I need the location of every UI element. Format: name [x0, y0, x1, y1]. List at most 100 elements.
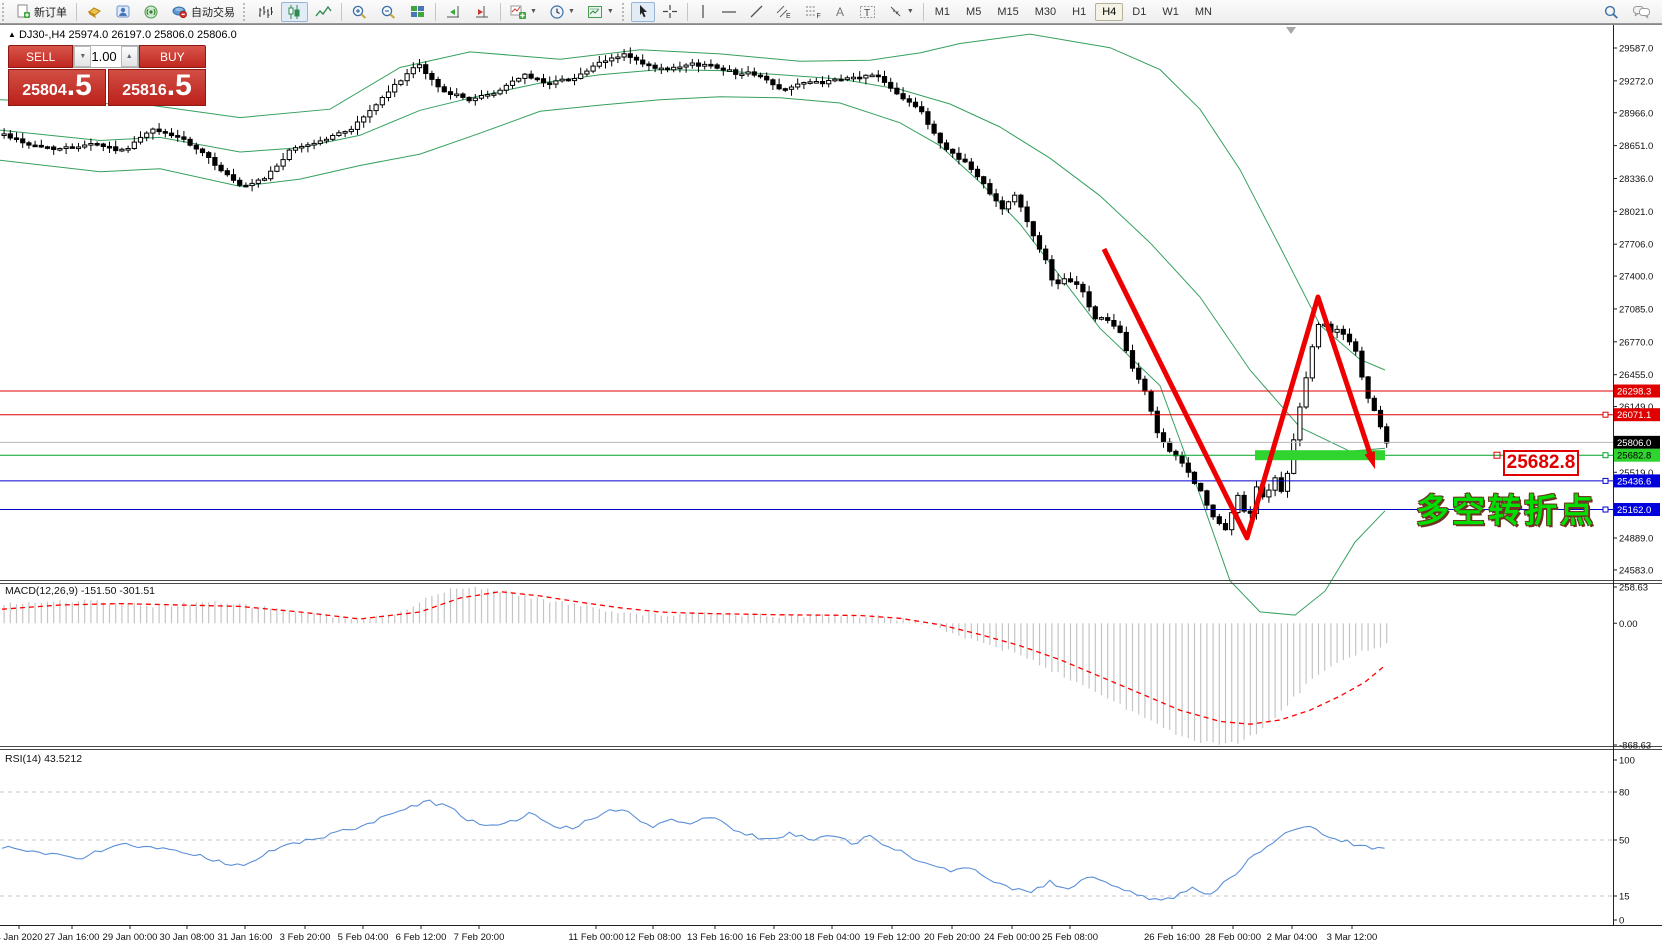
time-label: 2 Mar 04:00	[1267, 932, 1318, 943]
svg-text:27400.0: 27400.0	[1619, 272, 1653, 283]
text-label-tool-button[interactable]: T	[854, 2, 881, 22]
auto-scroll-button[interactable]	[440, 2, 467, 22]
svg-text:25436.6: 25436.6	[1617, 476, 1651, 487]
periods-button[interactable]: ▼	[544, 2, 580, 22]
rsi-label: RSI(14) 43.5212	[5, 753, 82, 765]
vertical-line-tool-button[interactable]	[692, 2, 714, 22]
search-button[interactable]	[1598, 2, 1625, 22]
new-order-label: 新订单	[34, 4, 67, 20]
timeframe-d1[interactable]: D1	[1125, 3, 1153, 21]
time-label: 30 Jan 08:00	[160, 932, 215, 943]
time-label: 12 Feb 08:00	[625, 932, 681, 943]
toolbar-drag-handle[interactable]	[622, 3, 628, 21]
auto-scroll-icon	[445, 4, 462, 20]
svg-text:26071.1: 26071.1	[1617, 410, 1651, 421]
svg-text:24583.0: 24583.0	[1619, 565, 1653, 576]
toolbar-separator	[500, 3, 501, 21]
text-icon: A	[834, 4, 847, 19]
svg-text:25682.8: 25682.8	[1617, 451, 1651, 462]
community-button[interactable]	[110, 2, 136, 22]
svg-text:T: T	[864, 8, 870, 19]
time-label: 7 Feb 20:00	[454, 932, 505, 943]
toolbar-drag-handle[interactable]	[243, 3, 249, 21]
timeframe-m15[interactable]: M15	[990, 3, 1025, 21]
svg-text:26298.3: 26298.3	[1617, 387, 1651, 398]
timeframe-w1[interactable]: W1	[1155, 3, 1186, 21]
timeframe-m30[interactable]: M30	[1028, 3, 1063, 21]
crosshair-icon	[662, 4, 678, 19]
auto-trading-button[interactable]: 自动交易	[166, 2, 240, 22]
horizontal-line-tool-button[interactable]	[716, 2, 742, 22]
toolbar-separator	[435, 3, 436, 21]
svg-text:28651.0: 28651.0	[1619, 141, 1653, 152]
toolbar-separator	[923, 3, 924, 21]
chart-window[interactable]: ▲ DJ30-,H4 25974.0 26197.0 25806.0 25806…	[0, 24, 1662, 944]
sell-button[interactable]: SELL	[8, 45, 73, 68]
chat-icon	[1632, 4, 1651, 20]
svg-text:28966.0: 28966.0	[1619, 108, 1653, 119]
svg-text:E: E	[786, 13, 791, 20]
search-icon	[1603, 4, 1620, 20]
templates-button[interactable]: ▼	[582, 2, 619, 22]
chart-svg[interactable]: 29587.029272.028966.028651.028336.028021…	[0, 24, 1662, 944]
timeframe-mn[interactable]: MN	[1188, 3, 1219, 21]
timeframe-group: M1M5M15M30H1H4D1W1MN	[927, 3, 1220, 21]
cursor-tool-button[interactable]	[631, 2, 655, 22]
volume-decrease-button[interactable]: ▼	[74, 46, 91, 67]
symbol-collapse-icon[interactable]: ▲	[8, 30, 16, 39]
price-callout-box[interactable]: 25682.8	[1503, 450, 1579, 476]
chart-shift-button[interactable]	[469, 2, 496, 22]
svg-text:28021.0: 28021.0	[1619, 207, 1653, 218]
timeframe-h4[interactable]: H4	[1095, 3, 1123, 21]
new-order-button[interactable]: 新订单	[11, 2, 72, 22]
candlestick-chart-button[interactable]	[281, 2, 308, 22]
auto-trading-icon	[171, 4, 188, 19]
svg-text:26770.0: 26770.0	[1619, 337, 1653, 348]
dropdown-caret: ▼	[568, 8, 575, 15]
svg-text:50: 50	[1619, 836, 1630, 847]
timeframe-m5[interactable]: M5	[959, 3, 988, 21]
line-chart-button[interactable]	[310, 2, 337, 22]
toolbar-separator	[341, 3, 342, 21]
indicators-icon	[510, 4, 527, 20]
horizontal-line-icon	[721, 4, 737, 19]
signals-button[interactable]	[138, 2, 164, 22]
svg-text:27706.0: 27706.0	[1619, 240, 1653, 251]
line-chart-icon	[315, 4, 332, 20]
marketplace-button[interactable]	[81, 2, 108, 22]
macd-label: MACD(12,26,9) -151.50 -301.51	[5, 585, 155, 597]
crosshair-tool-button[interactable]	[657, 2, 683, 22]
trendline-tool-button[interactable]	[744, 2, 769, 22]
zoom-out-icon	[380, 4, 397, 20]
bar-chart-button[interactable]	[252, 2, 279, 22]
arrows-tool-button[interactable]: ▼	[883, 2, 919, 22]
time-label: 5 Feb 04:00	[338, 932, 389, 943]
buy-price[interactable]: 25816.5	[108, 69, 206, 106]
time-label: 19 Feb 12:00	[864, 932, 920, 943]
zoom-out-button[interactable]	[375, 2, 402, 22]
timeframe-h1[interactable]: H1	[1065, 3, 1093, 21]
time-label: 20 Feb 20:00	[924, 932, 980, 943]
tile-windows-button[interactable]	[404, 2, 431, 22]
arrows-icon	[888, 4, 904, 19]
zoom-in-button[interactable]	[346, 2, 373, 22]
chat-button[interactable]	[1627, 2, 1656, 22]
indicators-button[interactable]: ▼	[505, 2, 542, 22]
fibonacci-tool-button[interactable]: F	[800, 2, 827, 22]
buy-button[interactable]: BUY	[139, 45, 206, 68]
svg-text:28336.0: 28336.0	[1619, 174, 1653, 185]
clock-icon	[549, 4, 565, 20]
turning-point-annotation[interactable]: 多空转折点	[1416, 484, 1596, 532]
text-tool-button[interactable]: A	[829, 2, 852, 22]
timeframe-m1[interactable]: M1	[928, 3, 957, 21]
chart-shift-marker-icon[interactable]	[1286, 27, 1296, 34]
svg-text:0: 0	[1619, 916, 1624, 927]
sell-price[interactable]: 25804.5	[8, 69, 106, 106]
time-label: 13 Feb 16:00	[687, 932, 743, 943]
auto-trading-label: 自动交易	[191, 4, 235, 20]
time-label: 3 Feb 20:00	[280, 932, 331, 943]
equidistant-channel-tool-button[interactable]: E	[771, 2, 798, 22]
volume-value[interactable]: 1.00	[91, 46, 120, 67]
volume-increase-button[interactable]: ▲	[121, 46, 138, 67]
toolbar-drag-handle[interactable]	[2, 3, 8, 21]
